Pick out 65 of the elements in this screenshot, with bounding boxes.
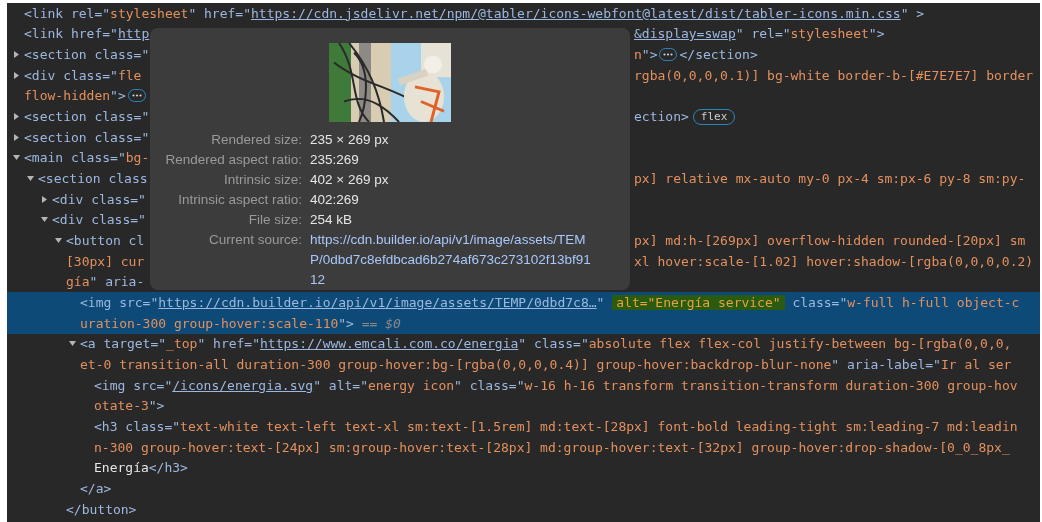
code-text: n"> bbox=[634, 47, 658, 63]
code-link[interactable]: https://cdn.jsdelivr.net/npm/@tabler/icons-webfont@latest/dist/tabler-icons.min.css bbox=[251, 5, 901, 21]
code-text: <img src="https://cdn.builder.io/api/v1/image/assets/TEMP/0dbd7c8…" alt="Energía service" class="w-full h-full object-c bbox=[80, 295, 1020, 310]
code-text: xl hover:scale-[1.02] hover:shadow-[rgba(0,0,0,0.2) bbox=[634, 253, 1034, 269]
caret-right-icon[interactable] bbox=[13, 133, 20, 141]
code-text: <main class="bg- bbox=[24, 150, 150, 166]
code-text: </a> bbox=[80, 480, 112, 496]
code-text: </section> bbox=[679, 47, 758, 63]
code-text: px] relative mx-auto my-0 px-4 sm:px-6 py-8 sm:py- bbox=[634, 171, 1026, 187]
code-text: </button> bbox=[66, 501, 137, 517]
code-text: <link href="http bbox=[24, 26, 150, 42]
tooltip-label: Intrinsic aspect ratio: bbox=[177, 191, 302, 209]
caret-right-icon[interactable] bbox=[13, 51, 20, 59]
tooltip-value: 402:269 bbox=[310, 191, 360, 209]
code-text: gía" aria- bbox=[66, 274, 145, 290]
caret-right-icon[interactable] bbox=[41, 195, 48, 203]
code-link[interactable]: http bbox=[117, 26, 150, 42]
ellipsis-icon bbox=[131, 94, 142, 98]
code-text: Energía</h3> bbox=[94, 460, 188, 476]
tooltip-value: 235 × 269 px bbox=[310, 131, 390, 149]
caret-down-icon[interactable] bbox=[27, 175, 34, 183]
ellipsis-icon bbox=[663, 53, 674, 57]
code-text: flow-hidden"> bbox=[24, 88, 126, 104]
code-link[interactable]: /icons/energia.svg bbox=[172, 377, 314, 393]
selected-row[interactable]: uration-300 group-hover:scale-110"> == $0 bbox=[7, 312, 1040, 334]
code-text: <a target="_top" href="https://www.emcali.com.co/energia" class="absolute flex flex-col justify-between bg-[rgba(0,0,0, bbox=[80, 336, 1012, 352]
code-text: <div class=" bbox=[52, 212, 146, 228]
tooltip-label: Current source: bbox=[207, 231, 302, 249]
code-text: <section class=" bbox=[24, 109, 150, 125]
code-text: <section class=" bbox=[24, 47, 150, 63]
code-text: <link rel="stylesheet" href="https://cdn.jsdelivr.net/npm/@tabler/icons-webfont@latest/dist/tabler-icons.min.css" > bbox=[24, 5, 925, 21]
code-text: <div class="fle bbox=[24, 67, 142, 83]
caret-down-icon[interactable] bbox=[13, 154, 20, 162]
code-text: <img src="/icons/energia.svg" alt="energy icon" class="w-16 h-16 transform transition-transform duration-300 group-hov bbox=[94, 377, 1018, 393]
code-text: &display=swap" rel="stylesheet"> bbox=[634, 26, 885, 42]
caret-down-icon[interactable] bbox=[69, 340, 76, 348]
code-text: ection> bbox=[634, 109, 689, 125]
selected-row[interactable]: <img src="https://cdn.builder.io/api/v1/image/assets/TEMP/0dbd7c8…" alt="Energía service" class="w-full h-full object-c bbox=[7, 292, 1040, 313]
code-link[interactable]: https://cdn.builder.io/api/v1/image/assets/TEMP/0dbd7c8… bbox=[158, 295, 597, 310]
code-link[interactable]: &display=swap bbox=[634, 26, 736, 42]
code-text: <section class=" bbox=[24, 129, 150, 145]
tooltip-label: Intrinsic size: bbox=[222, 171, 302, 189]
code-text: <h3 class="text-white text-left text-xl sm:text-[1.5rem] md:text-[28px] font-bold leading-tight sm:leading-7 md:leadin bbox=[94, 418, 1018, 434]
tooltip-label: Rendered size: bbox=[210, 131, 302, 149]
code-text: otate-3"> bbox=[94, 398, 165, 414]
caret-down-icon[interactable] bbox=[41, 216, 48, 224]
tooltip-label: File size: bbox=[247, 211, 302, 229]
tooltip-value: 235:269 bbox=[310, 151, 360, 169]
code-text: n-300 group-hover:text-[24px] sm:group-hover:text-[28px] md:group-hover:text-[32px] group-hover:drop-shadow-[0_0_8px_ bbox=[94, 439, 1010, 455]
code-text: [30px] cur bbox=[66, 253, 145, 269]
code-text: <div class=" bbox=[52, 191, 146, 207]
tooltip-value: 254 kB bbox=[310, 211, 354, 229]
code-link[interactable]: https://www.emcali.com.co/energia bbox=[260, 336, 519, 352]
code-text: <section class bbox=[38, 171, 148, 187]
tooltip-label: Rendered aspect ratio: bbox=[164, 151, 302, 169]
code-text: et-0 transition-all duration-300 group-hover:bg-[rgba(0,0,0,0.4)] group-hover:backdrop-blur-none" aria-label="Ir al ser bbox=[80, 357, 1012, 372]
code-text: px] md:h-[269px] overflow-hidden rounded-[20px] sm bbox=[634, 233, 1026, 249]
caret-right-icon[interactable] bbox=[13, 71, 20, 79]
source-link[interactable]: https://cdn.builder.io/api/v1/image/assets/TEMP/0dbd7c8efdbcad6b274af673c273102f13bf9112 bbox=[310, 230, 596, 290]
caret-right-icon[interactable] bbox=[13, 113, 20, 121]
tooltip-value: 402 × 269 px bbox=[310, 171, 390, 189]
code-text: uration-300 group-hover:scale-110"> == $0 bbox=[80, 315, 401, 331]
code-text: <button cl bbox=[66, 233, 145, 249]
caret-down-icon[interactable] bbox=[55, 237, 62, 245]
code-text: rgba(0,0,0,0.1)] bg-white border-b-[#E7E7E7] border bbox=[634, 67, 1034, 83]
